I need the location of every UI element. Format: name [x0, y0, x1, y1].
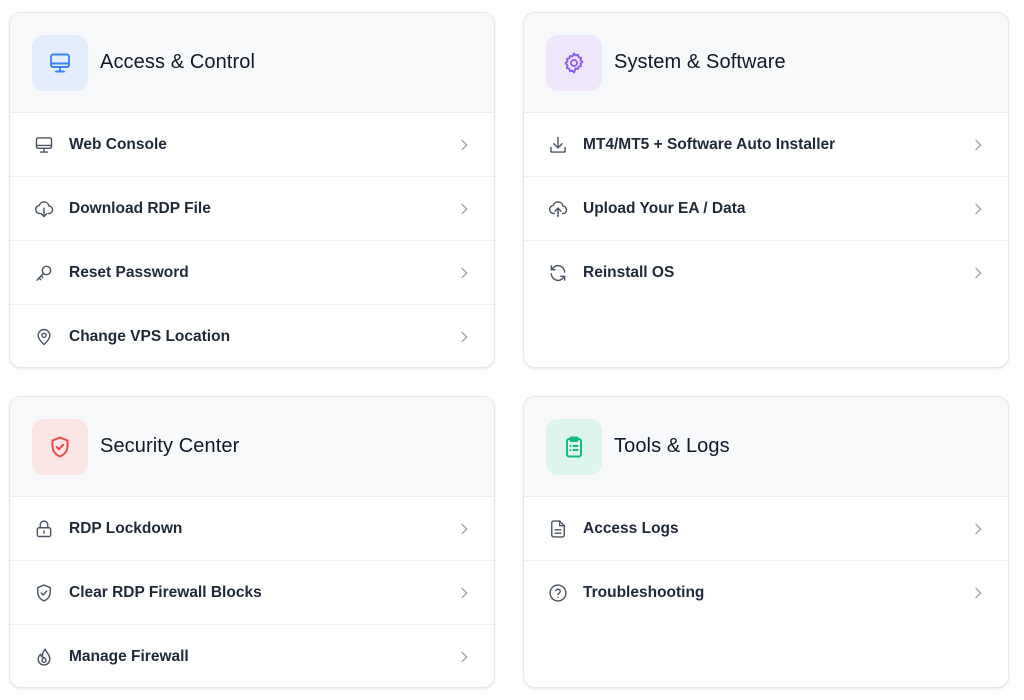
refresh-icon: [548, 263, 568, 283]
chevron-right-icon: [970, 265, 986, 281]
chevron-right-icon: [456, 137, 472, 153]
menu-item-reinstall-os[interactable]: Reinstall OS: [524, 241, 1008, 305]
card-title: Access & Control: [100, 51, 255, 73]
menu-item-label: Web Console: [69, 135, 167, 153]
cloud-upload-icon: [548, 199, 568, 219]
chevron-right-icon: [456, 329, 472, 345]
menu-item-auto-installer[interactable]: MT4/MT5 + Software Auto Installer: [524, 113, 1008, 177]
key-icon: [34, 263, 54, 283]
menu-item-label: Clear RDP Firewall Blocks: [69, 583, 262, 601]
shield-check-icon: [32, 418, 88, 475]
menu-item-label: Reset Password: [69, 263, 189, 281]
card-security-center: Security Center RDP Lockdown Clear RDP F…: [9, 396, 495, 688]
chevron-right-icon: [970, 137, 986, 153]
flame-icon: [34, 647, 54, 667]
help-circle-icon: [548, 583, 568, 603]
menu-item-change-vps-location[interactable]: Change VPS Location: [10, 305, 494, 367]
file-text-icon: [548, 519, 568, 539]
menu-item-label: Access Logs: [583, 519, 679, 537]
card-header: Security Center: [10, 397, 494, 497]
menu-item-label: Reinstall OS: [583, 264, 675, 281]
gear-icon: [546, 34, 602, 91]
card-header: Access & Control: [10, 13, 494, 113]
menu-item-label: Manage Firewall: [69, 648, 189, 665]
clipboard-list-icon: [546, 418, 602, 475]
menu-item-access-logs[interactable]: Access Logs: [524, 497, 1008, 561]
card-header: System & Software: [524, 13, 1008, 113]
menu-item-web-console[interactable]: Web Console: [10, 113, 494, 177]
shield-check-icon: [34, 583, 54, 603]
menu-item-label: Upload Your EA / Data: [583, 199, 746, 217]
chevron-right-icon: [456, 201, 472, 217]
dashboard-grid: Access & Control Web Console Download RD…: [0, 0, 1024, 700]
cloud-download-icon: [34, 199, 54, 219]
menu-item-reset-password[interactable]: Reset Password: [10, 241, 494, 305]
menu-item-rdp-lockdown[interactable]: RDP Lockdown: [10, 497, 494, 561]
menu-item-label: Change VPS Location: [69, 328, 231, 345]
card-title: System & Software: [614, 51, 786, 73]
card-title: Tools & Logs: [614, 435, 730, 457]
chevron-right-icon: [970, 521, 986, 537]
chevron-right-icon: [456, 649, 472, 665]
card-access-control: Access & Control Web Console Download RD…: [9, 12, 495, 368]
chevron-right-icon: [456, 521, 472, 537]
menu-item-download-rdp-file[interactable]: Download RDP File: [10, 177, 494, 241]
card-title: Security Center: [100, 435, 240, 457]
chevron-right-icon: [456, 585, 472, 601]
chevron-right-icon: [456, 265, 472, 281]
map-pin-icon: [34, 327, 54, 347]
chevron-right-icon: [970, 201, 986, 217]
card-system-software: System & Software MT4/MT5 + Software Aut…: [523, 12, 1009, 368]
menu-item-clear-rdp-firewall-blocks[interactable]: Clear RDP Firewall Blocks: [10, 561, 494, 625]
chevron-right-icon: [970, 585, 986, 601]
menu-item-label: MT4/MT5 + Software Auto Installer: [583, 135, 836, 153]
card-tools-logs: Tools & Logs Access Logs Troubleshooting: [523, 396, 1009, 688]
lock-icon: [34, 519, 54, 539]
monitor-icon: [32, 34, 88, 91]
card-header: Tools & Logs: [524, 397, 1008, 497]
menu-item-label: Download RDP File: [69, 199, 211, 217]
monitor-icon: [34, 135, 54, 155]
menu-item-upload-ea-data[interactable]: Upload Your EA / Data: [524, 177, 1008, 241]
menu-item-label: RDP Lockdown: [69, 519, 183, 537]
menu-item-troubleshooting[interactable]: Troubleshooting: [524, 561, 1008, 625]
menu-item-manage-firewall[interactable]: Manage Firewall: [10, 625, 494, 687]
menu-item-label: Troubleshooting: [583, 584, 705, 601]
download-icon: [548, 135, 568, 155]
